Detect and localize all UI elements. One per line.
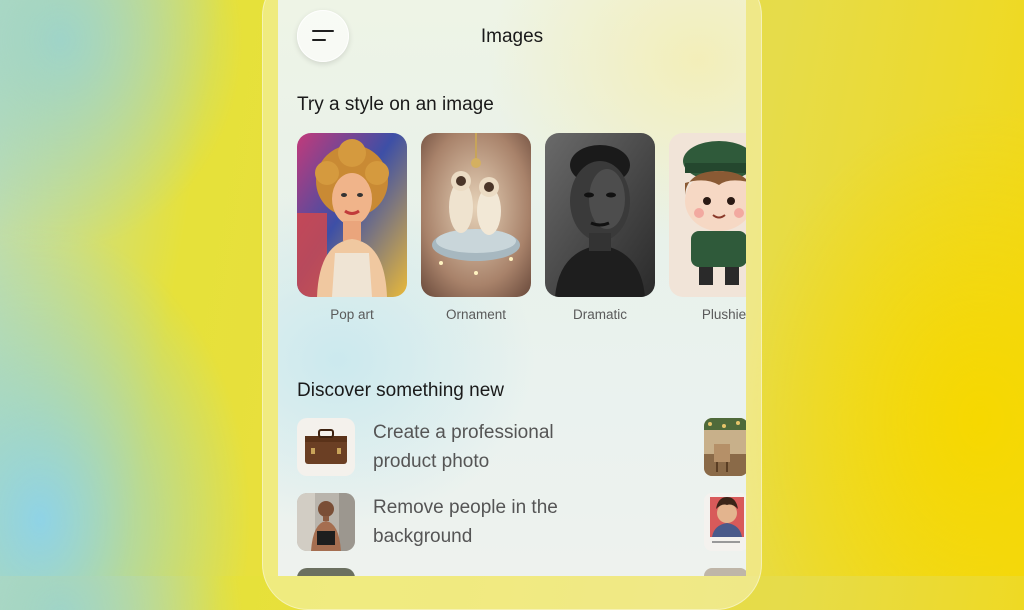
page-title: Images [480,26,544,47]
discover-item-text-line: background [373,526,473,547]
style-card-ornament[interactable]: Ornament [421,133,531,322]
discover-section-title: Discover something new [297,380,504,401]
discover-item-text-line: Create a professional [373,422,554,443]
style-label: Ornament [445,307,507,322]
style-card-dramatic[interactable]: Dramatic [545,133,655,322]
person-thumbnail [297,493,355,551]
discover-item-text-line: Remove people in the [373,497,558,518]
room-thumbnail[interactable] [704,418,746,476]
ornament-image [421,133,531,297]
dramatic-image [545,133,655,297]
style-card-plushie[interactable]: Plushie [669,133,746,322]
discover-item-text-line: product photo [373,451,490,472]
images-screen: Images Try a style on an image Pop art O… [278,0,746,576]
plushie-image [669,133,746,297]
pop-art-image [297,133,407,297]
suitcase-thumbnail [297,418,355,476]
style-label: Plushie [701,307,746,322]
style-card-pop-art[interactable]: Pop art [297,133,407,322]
partial-side-thumbnail[interactable] [704,568,746,576]
discover-item-partial[interactable] [297,568,737,576]
discover-item-remove-people[interactable]: Remove people in the background [297,493,737,551]
discover-item-product-photo[interactable]: Create a professional product photo [297,418,737,476]
portrait-thumbnail[interactable] [704,493,746,551]
partial-thumbnail [297,568,355,576]
styles-section-title: Try a style on an image [297,94,494,115]
style-label: Pop art [330,307,374,322]
style-label: Dramatic [572,307,627,322]
